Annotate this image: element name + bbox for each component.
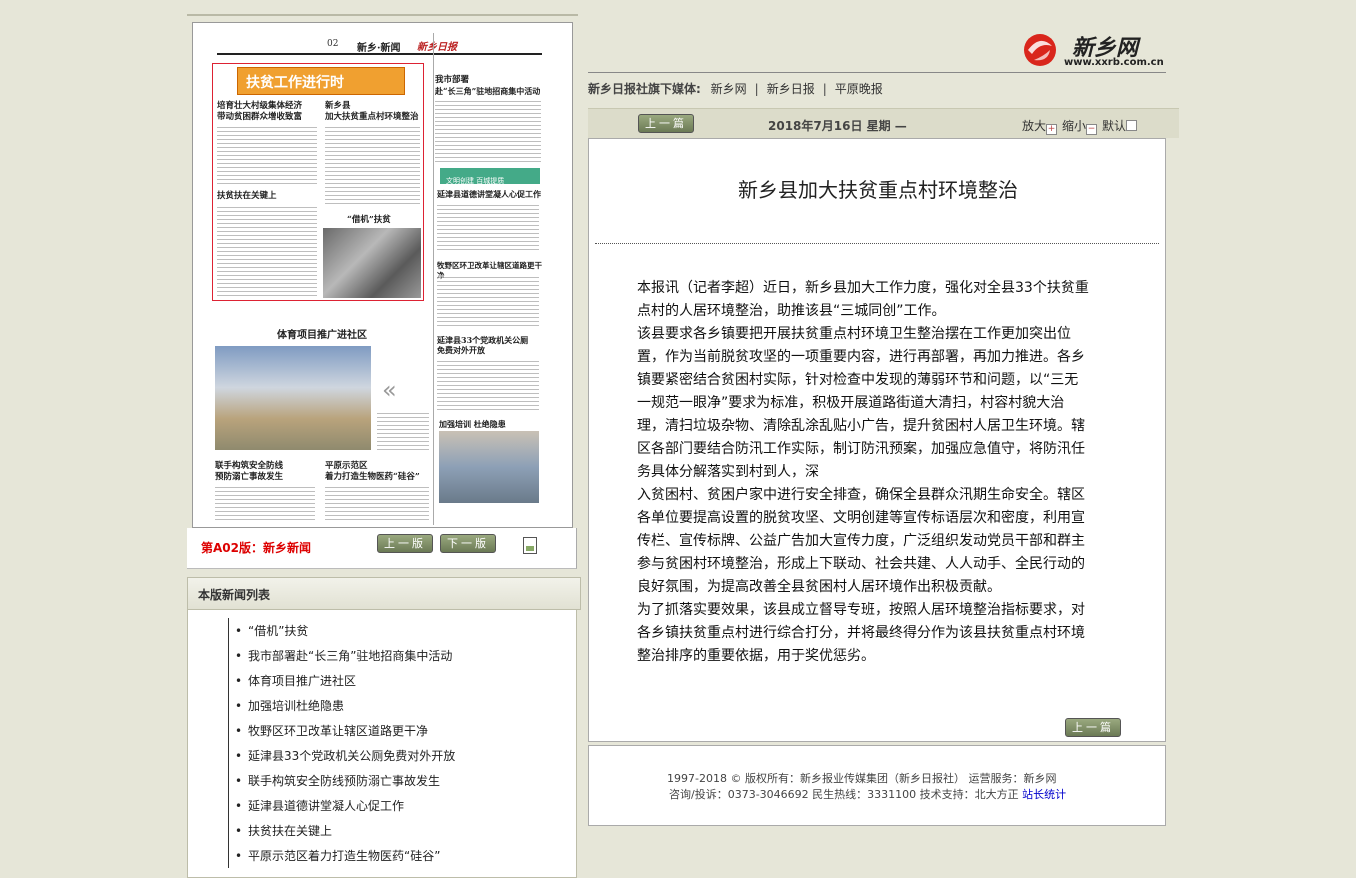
- separator: |: [754, 82, 759, 96]
- photo[interactable]: [323, 228, 421, 298]
- article-paragraph: 入贫困村、贫困户家中进行安全排查，确保全县群众汛期生命安全。辖区各单位要提高设置…: [637, 487, 1085, 595]
- list-item[interactable]: 我市部署赴“长三角”驻地招商集中活动: [232, 645, 455, 670]
- news-list-body: “借机”扶贫 我市部署赴“长三角”驻地招商集中活动 体育项目推广进社区 加强培训…: [187, 610, 577, 878]
- text-block: [437, 359, 539, 411]
- page-header: 02 新乡·新闻 新乡日报: [217, 35, 542, 55]
- next-page-button[interactable]: 下一版: [440, 534, 496, 553]
- news-list-panel: 本版新闻列表 “借机”扶贫 我市部署赴“长三角”驻地招商集中活动 体育项目推广进…: [187, 577, 581, 878]
- article-paragraph: 为了抓落实要效果，该县成立督导专班，按照人居环境整治指标要求，对各乡镇扶贫重点村…: [637, 602, 1085, 664]
- text-block: [325, 485, 429, 523]
- list-item[interactable]: 加强培训杜绝隐患: [232, 695, 455, 720]
- article-paragraph: 本报讯（记者李超）近日，新乡县加大工作力度，强化对全县33个扶贫重点村的人居环境…: [637, 280, 1089, 319]
- list-item[interactable]: “借机”扶贫: [232, 620, 455, 645]
- article-toolbar: 上一篇 2018年7月16日 星期 — 放大 + 缩小 − 默认: [588, 108, 1179, 138]
- headline[interactable]: 带动贫困群众增收致富: [217, 112, 302, 122]
- article-body: 本报讯（记者李超）近日，新乡县加大工作力度，强化对全县33个扶贫重点村的人居环境…: [637, 277, 1092, 668]
- headline[interactable]: 培育壮大村级集体经济: [217, 101, 302, 111]
- article-paragraph: 该县要求各乡镇要把开展扶贫重点村环境卫生整治摆在工作更加突出位置，作为当前脱贫攻…: [637, 326, 1085, 480]
- headline[interactable]: 着力打造生物医药“硅谷”: [325, 472, 420, 482]
- text-block: [325, 125, 420, 205]
- article-title: 新乡县加大扶贫重点村环境整治: [738, 178, 1018, 202]
- headline[interactable]: 延津县道德讲堂凝人心促工作: [437, 189, 541, 199]
- text-block: [217, 205, 317, 297]
- headline[interactable]: 免费对外开放: [437, 345, 485, 355]
- list-item[interactable]: 平原示范区着力打造生物医药“硅谷”: [232, 845, 455, 870]
- zoom-reset-icon[interactable]: [1126, 120, 1138, 131]
- list-item[interactable]: 牧野区环卫改革让辖区道路更干净: [232, 720, 455, 745]
- column-divider: [433, 33, 434, 525]
- photo[interactable]: [439, 431, 539, 503]
- headline[interactable]: 延津县33个党政机关公厕: [437, 335, 528, 345]
- headline[interactable]: 新乡县: [325, 101, 351, 111]
- pdf-download-icon[interactable]: [523, 537, 537, 554]
- list-item[interactable]: 联手构筑安全防线预防溺亡事故发生: [232, 770, 455, 795]
- headline[interactable]: 加强培训 杜绝隐患: [439, 419, 506, 429]
- zoom-out-icon[interactable]: −: [1086, 124, 1098, 135]
- prev-page-button[interactable]: 上一版: [377, 534, 433, 553]
- text-block: [215, 485, 315, 523]
- media-links-row: 新乡日报社旗下媒体: 新乡网 | 新乡日报 | 平原晚报: [588, 80, 883, 97]
- page-label[interactable]: 第A02版：新乡新闻: [201, 539, 311, 556]
- zoom-in-icon[interactable]: +: [1046, 124, 1058, 135]
- news-list-title: 本版新闻列表: [187, 577, 581, 610]
- newspaper-logo: 新乡日报: [417, 42, 457, 53]
- list-item[interactable]: 延津县33个党政机关公厕免费对外开放: [232, 745, 455, 770]
- list-item[interactable]: 体育项目推广进社区: [232, 670, 455, 695]
- media-link-xinxiangwang[interactable]: 新乡网: [711, 82, 747, 96]
- poverty-banner[interactable]: 扶贫工作进行时: [237, 67, 405, 95]
- article-divider: [595, 243, 1159, 244]
- newspaper-page-frame[interactable]: 02 新乡·新闻 新乡日报 扶贫工作进行时 培育壮大村级集体经济 带动贫困群众增…: [192, 22, 573, 528]
- zoom-reset-label[interactable]: 默认: [1102, 119, 1126, 133]
- headline[interactable]: 赴“长三角”驻地招商集中活动: [435, 86, 540, 96]
- issue-date: 2018年7月16日 星期 —: [768, 119, 907, 133]
- list-divider: [228, 618, 229, 868]
- top-divider: [187, 14, 578, 16]
- page-number: 02: [327, 39, 339, 49]
- headline[interactable]: 联手构筑安全防线: [215, 461, 283, 471]
- media-link-xinxiang-daily[interactable]: 新乡日报: [767, 82, 815, 96]
- double-chevron-icon: «: [382, 376, 397, 404]
- logo-url: www.xxrb.com.cn: [1064, 57, 1164, 68]
- footer-contact: 咨询/投诉：0373-3046692 民生热线：3331100 技术支持：北大方…: [669, 786, 1066, 802]
- headline[interactable]: 加大扶贫重点村环境整治: [325, 112, 419, 122]
- newspaper-page-thumbnail[interactable]: 02 新乡·新闻 新乡日报 扶贫工作进行时 培育壮大村级集体经济 带动贫困群众增…: [207, 33, 543, 525]
- list-item[interactable]: 延津县道德讲堂凝人心促工作: [232, 795, 455, 820]
- prev-article-button[interactable]: 上一篇: [638, 114, 694, 133]
- green-banner: 文明创建 百城提质: [440, 168, 540, 185]
- headline[interactable]: 扶贫扶在关键上: [217, 191, 277, 201]
- news-list: “借机”扶贫 我市部署赴“长三角”驻地招商集中活动 体育项目推广进社区 加强培训…: [232, 620, 455, 870]
- zoom-out-label[interactable]: 缩小: [1062, 119, 1086, 133]
- headline[interactable]: 预防溺亡事故发生: [215, 472, 283, 482]
- headline[interactable]: “借机”扶贫: [347, 215, 391, 225]
- headline[interactable]: 体育项目推广进社区: [277, 331, 367, 341]
- media-divider: [588, 72, 1166, 73]
- media-label: 新乡日报社旗下媒体:: [588, 82, 701, 96]
- zoom-in-label[interactable]: 放大: [1022, 119, 1046, 133]
- photo[interactable]: [215, 346, 371, 450]
- logo-mark-icon: [1024, 34, 1056, 66]
- text-block: [437, 275, 539, 329]
- zoom-controls: 放大 + 缩小 − 默认: [1022, 117, 1142, 135]
- bottom-prev-article-button[interactable]: 上一篇: [1065, 718, 1121, 737]
- page-section: 新乡·新闻: [357, 43, 401, 54]
- media-link-pingyuan-evening[interactable]: 平原晚报: [835, 82, 883, 96]
- footer-contact-text: 咨询/投诉：0373-3046692 民生热线：3331100 技术支持：北大方…: [669, 788, 1019, 801]
- site-logo[interactable]: 新乡网 www.xxrb.com.cn: [1020, 30, 1170, 70]
- site-footer: 1997-2018 © 版权所有：新乡报业传媒集团（新乡日报社） 运营服务：新乡…: [588, 745, 1166, 826]
- text-block: [437, 203, 539, 253]
- text-block: [435, 99, 541, 163]
- separator: |: [822, 82, 827, 96]
- text-block: [217, 125, 317, 185]
- list-item[interactable]: 扶贫扶在关键上: [232, 820, 455, 845]
- headline[interactable]: 平原示范区: [325, 461, 368, 471]
- headline[interactable]: 我市部署: [435, 75, 469, 85]
- stats-link[interactable]: 站长统计: [1022, 788, 1066, 801]
- article-panel: 新乡县加大扶贫重点村环境整治 本报讯（记者李超）近日，新乡县加大工作力度，强化对…: [588, 138, 1166, 742]
- footer-copyright: 1997-2018 © 版权所有：新乡报业传媒集团（新乡日报社） 运营服务：新乡…: [667, 772, 1057, 785]
- text-block: [377, 411, 429, 451]
